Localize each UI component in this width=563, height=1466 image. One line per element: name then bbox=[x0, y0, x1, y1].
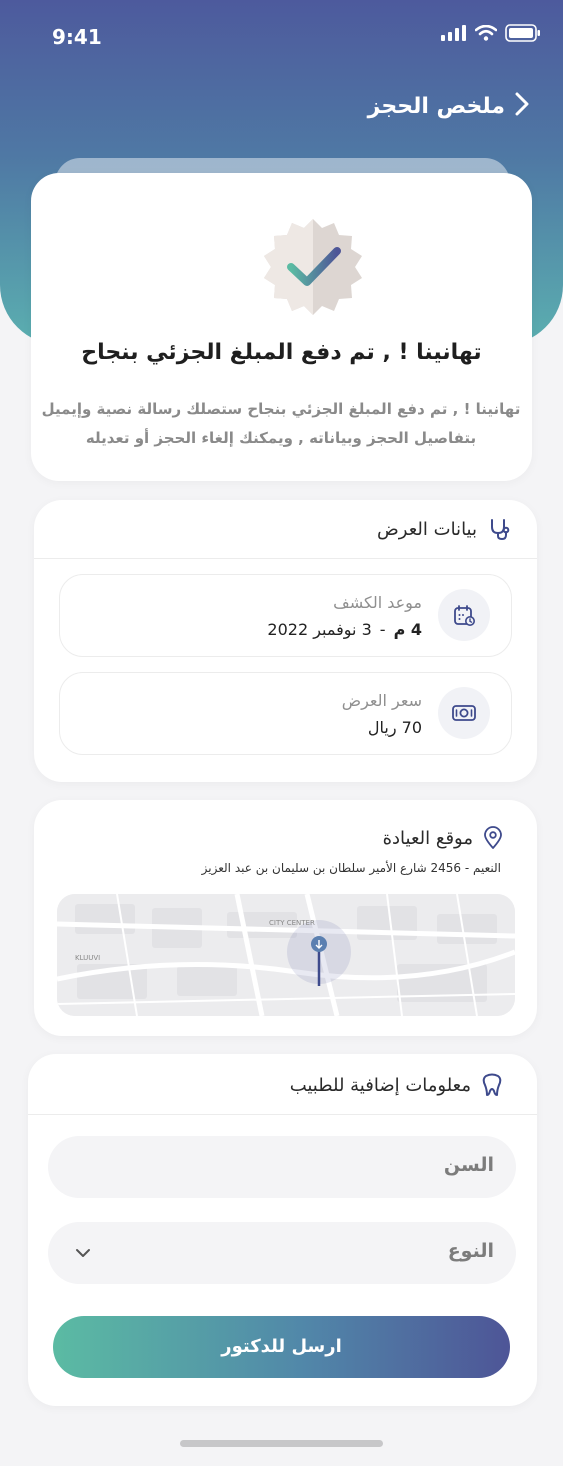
offer-section-header: بيانات العرض bbox=[377, 517, 511, 541]
success-desc-line-2: بتفاصيل الحجز وبياناته , ويمكنك إلغاء ال… bbox=[85, 429, 477, 447]
wifi-icon bbox=[475, 25, 497, 41]
cash-icon bbox=[452, 705, 476, 721]
chevron-right-icon bbox=[515, 92, 529, 116]
appointment-separator: - bbox=[379, 620, 386, 639]
clinic-section-title: موقع العيادة bbox=[382, 827, 473, 849]
price-value: 70 ريال bbox=[367, 718, 422, 737]
page-title: ملخص الحجز bbox=[367, 93, 505, 119]
status-bar: 9:41 bbox=[0, 22, 563, 52]
price-label: سعر العرض bbox=[341, 691, 422, 710]
status-time: 9:41 bbox=[52, 25, 102, 49]
offer-divider bbox=[34, 558, 537, 559]
success-description: تهانينا ! , تم دفع المبلغ الجزئي بنجاح س… bbox=[36, 395, 526, 453]
location-pin-icon bbox=[484, 826, 502, 849]
clinic-address: النعيم - 2456 شارع الأمير سلطان بن سليما… bbox=[201, 861, 501, 875]
map-label-city-center: CITY CENTER bbox=[269, 919, 315, 927]
calendar-clock-icon bbox=[454, 605, 475, 626]
send-to-doctor-button[interactable]: ارسل للدكتور bbox=[53, 1316, 510, 1378]
appointment-icon-wrap bbox=[438, 589, 490, 641]
battery-icon bbox=[505, 24, 540, 42]
doctor-info-divider bbox=[28, 1114, 537, 1115]
success-title: تهانينا ! , تم دفع المبلغ الجزئي بنجاح bbox=[81, 340, 482, 365]
clinic-map[interactable]: CITY CENTER KLUUVI bbox=[57, 894, 515, 1016]
appointment-label: موعد الكشف bbox=[333, 593, 422, 612]
doctor-info-section-title: معلومات إضافية للطبيب bbox=[289, 1074, 471, 1096]
gender-select[interactable]: النوع bbox=[48, 1222, 516, 1284]
doctor-info-section-header: معلومات إضافية للطبيب bbox=[290, 1073, 503, 1097]
appointment-time: 4 م bbox=[393, 620, 422, 639]
stethoscope-icon bbox=[491, 519, 510, 541]
gender-select-placeholder: النوع bbox=[447, 1240, 494, 1262]
age-field-placeholder: السن bbox=[443, 1154, 494, 1176]
status-icons bbox=[441, 24, 541, 42]
page-header: ملخص الحجز bbox=[368, 92, 529, 120]
tooth-icon bbox=[482, 1073, 502, 1096]
offer-section-title: بيانات العرض bbox=[377, 518, 477, 540]
map-label-kluuvi: KLUUVI bbox=[75, 954, 101, 962]
success-desc-line-1: تهانينا ! , تم دفع المبلغ الجزئي بنجاح س… bbox=[41, 400, 521, 418]
chevron-down-icon bbox=[76, 1249, 90, 1257]
appointment-date: 3 نوفمبر 2022 bbox=[267, 620, 372, 639]
appointment-value: 4 م - 3 نوفمبر 2022 bbox=[267, 620, 422, 639]
signal-icon bbox=[441, 25, 466, 41]
price-icon-wrap bbox=[438, 687, 490, 739]
map-graphic bbox=[57, 894, 515, 1016]
home-indicator bbox=[180, 1440, 383, 1447]
clinic-section-header: موقع العيادة bbox=[383, 826, 503, 850]
verified-badge-icon bbox=[264, 219, 362, 315]
back-button[interactable] bbox=[515, 92, 529, 120]
age-field[interactable]: السن bbox=[48, 1136, 516, 1198]
